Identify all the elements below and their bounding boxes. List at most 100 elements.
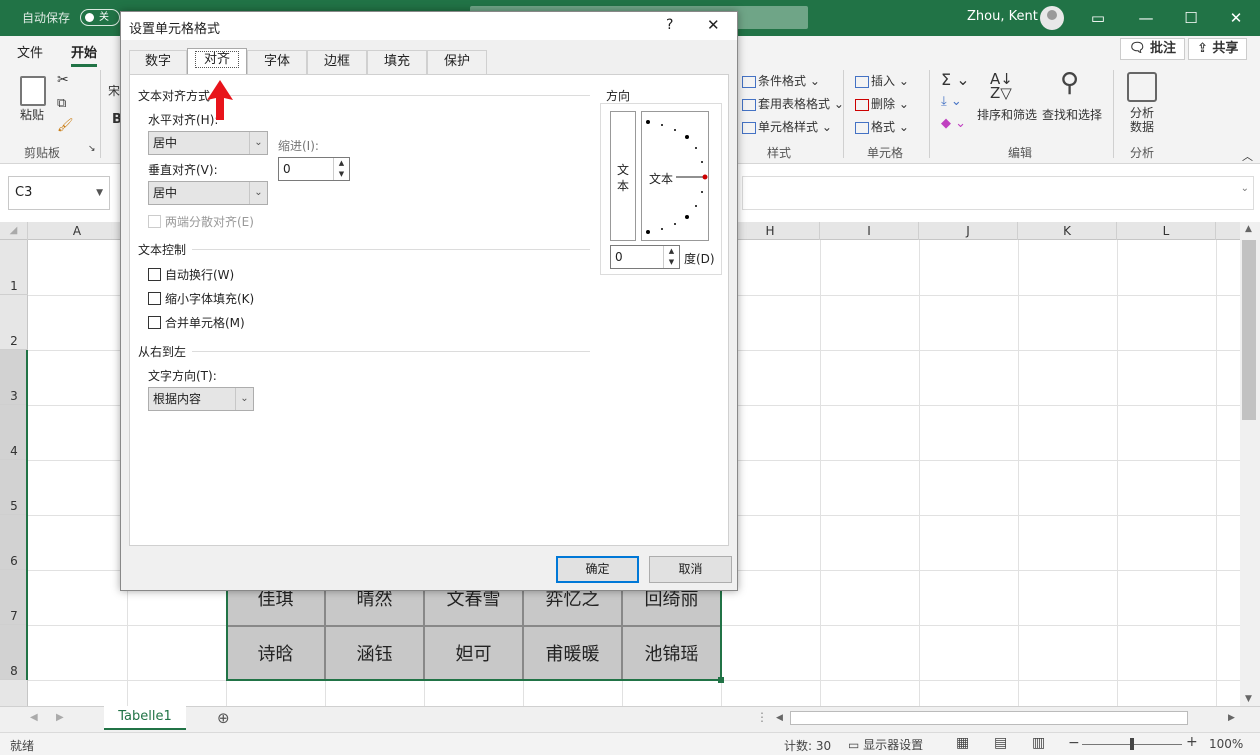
- ribbon-display-icon[interactable]: ▭: [1084, 6, 1112, 30]
- close-window-button[interactable]: ✕: [1222, 6, 1250, 30]
- add-sheet-icon[interactable]: ⊕: [217, 709, 230, 727]
- fill-icon[interactable]: ⤓ ⌄: [941, 94, 962, 109]
- column-header-i[interactable]: I: [820, 222, 919, 240]
- maximize-button[interactable]: ☐: [1177, 6, 1205, 30]
- column-header-l[interactable]: L: [1117, 222, 1216, 240]
- scroll-right-icon[interactable]: ▶: [1228, 713, 1235, 723]
- tab-file[interactable]: 文件: [17, 42, 43, 61]
- insert-icon: [855, 75, 869, 88]
- text-direction-select[interactable]: 根据内容 ⌄: [148, 387, 254, 411]
- page-break-icon[interactable]: ▥: [1032, 735, 1045, 751]
- merge-cells-checkbox[interactable]: [148, 316, 161, 329]
- spin-icon[interactable]: ▲ ▼: [663, 246, 679, 268]
- format-button[interactable]: 格式 ⌄: [855, 118, 909, 135]
- wrap-text-checkbox[interactable]: [148, 268, 161, 281]
- vertical-scroll-thumb[interactable]: [1242, 240, 1256, 420]
- orientation-dial[interactable]: 文本: [641, 111, 709, 241]
- select-all-button[interactable]: ◢: [0, 222, 28, 240]
- zoom-slider-thumb[interactable]: [1130, 738, 1134, 750]
- next-sheet-icon[interactable]: ▶: [56, 712, 64, 723]
- paste-button[interactable]: 粘贴: [20, 106, 44, 123]
- autosave-toggle[interactable]: 关: [80, 9, 120, 26]
- spin-icon[interactable]: ▲ ▼: [333, 158, 349, 180]
- cell-style-button[interactable]: 单元格样式 ⌄: [742, 118, 832, 135]
- shrink-to-fit-label: 缩小字体填充(K): [165, 292, 255, 306]
- tab-home[interactable]: 开始: [71, 42, 98, 67]
- font-name-trunc[interactable]: 宋: [108, 82, 120, 99]
- copy-icon[interactable]: ⧉: [57, 96, 66, 111]
- row-header-2[interactable]: 2: [0, 295, 28, 350]
- display-settings-button[interactable]: ▭ 显示器设置: [848, 736, 923, 753]
- column-header-a[interactable]: A: [28, 222, 127, 240]
- column-header-k[interactable]: K: [1018, 222, 1117, 240]
- fill-handle[interactable]: [718, 677, 724, 683]
- tab-alignment[interactable]: 对齐: [187, 48, 247, 75]
- comments-button[interactable]: 🗨 批注: [1120, 38, 1186, 60]
- ok-button[interactable]: 确定: [556, 556, 639, 583]
- tab-font[interactable]: 字体: [247, 50, 307, 74]
- cut-icon[interactable]: ✂: [57, 72, 69, 88]
- scroll-left-icon[interactable]: ◀: [776, 713, 783, 723]
- help-button[interactable]: ?: [666, 17, 673, 33]
- dialog-title-bar[interactable]: 设置单元格格式 ? ✕: [121, 12, 737, 40]
- row-header-7[interactable]: 7: [0, 570, 28, 625]
- split-handle-icon[interactable]: ⋮: [756, 710, 768, 724]
- tab-border[interactable]: 边框: [307, 50, 367, 74]
- avatar[interactable]: [1040, 6, 1064, 30]
- cancel-button[interactable]: 取消: [649, 556, 732, 583]
- row-header-1[interactable]: 1: [0, 240, 28, 295]
- row-header-5[interactable]: 5: [0, 460, 28, 515]
- degree-stepper[interactable]: 0 ▲ ▼: [610, 245, 680, 269]
- analyze-data-button[interactable]: 分析 数据: [1130, 106, 1154, 134]
- tab-fill[interactable]: 填充: [367, 50, 427, 74]
- dialog-launcher-icon[interactable]: ↘: [88, 144, 96, 154]
- merge-cells-label: 合并单元格(M): [165, 316, 245, 330]
- sheet-tab-tabelle1[interactable]: Tabelle1: [104, 706, 186, 730]
- row-header-6[interactable]: 6: [0, 515, 28, 570]
- row-header-bar: 1 2 3 4 5 6 7 8: [0, 240, 28, 706]
- format-painter-icon[interactable]: 🖌: [57, 118, 74, 133]
- page-layout-icon[interactable]: ▤: [994, 735, 1007, 751]
- row-header-4[interactable]: 4: [0, 405, 28, 460]
- row-header-8[interactable]: 8: [0, 625, 28, 680]
- autosave-label: 自动保存: [22, 11, 71, 25]
- v-align-label: 垂直对齐(V):: [148, 163, 218, 177]
- vertical-text-box[interactable]: 文本: [610, 111, 636, 241]
- tab-protection[interactable]: 保护: [427, 50, 487, 74]
- collapse-ribbon-icon[interactable]: ︿: [1242, 148, 1253, 164]
- scroll-down-icon[interactable]: ▼: [1245, 694, 1252, 704]
- share-button[interactable]: ⇪ 共享: [1188, 38, 1248, 60]
- row-header-3[interactable]: 3: [0, 350, 28, 405]
- delete-button[interactable]: 删除 ⌄: [855, 95, 909, 112]
- shrink-to-fit-checkbox[interactable]: [148, 292, 161, 305]
- cells-group-label: 单元格: [867, 146, 904, 160]
- zoom-out-icon[interactable]: −: [1068, 735, 1080, 751]
- conditional-format-button[interactable]: 条件格式 ⌄: [742, 72, 820, 89]
- monitor-icon: ▭: [848, 738, 864, 752]
- sort-filter-button[interactable]: 排序和筛选: [977, 106, 1037, 123]
- scroll-up-icon[interactable]: ▲: [1245, 224, 1252, 234]
- v-align-select[interactable]: 居中 ⌄: [148, 181, 268, 205]
- normal-view-icon[interactable]: ▦: [956, 735, 969, 751]
- find-select-button[interactable]: 查找和选择: [1042, 106, 1102, 123]
- minimize-button[interactable]: —: [1132, 6, 1160, 30]
- prev-sheet-icon[interactable]: ◀: [30, 712, 38, 723]
- autosum-icon[interactable]: Σ ⌄: [941, 70, 970, 89]
- formula-input[interactable]: ⌄: [742, 176, 1254, 210]
- expand-formula-icon[interactable]: ⌄: [1241, 183, 1249, 194]
- h-align-select[interactable]: 居中 ⌄: [148, 131, 268, 155]
- table-format-button[interactable]: 套用表格格式 ⌄: [742, 95, 844, 112]
- indent-stepper[interactable]: 0 ▲ ▼: [278, 157, 350, 181]
- dialog-close-button[interactable]: ✕: [707, 16, 720, 34]
- horizontal-scrollbar[interactable]: [790, 711, 1188, 725]
- conditional-format-icon: [742, 75, 756, 88]
- clear-icon[interactable]: ◆ ⌄: [941, 116, 966, 131]
- column-header-j[interactable]: J: [919, 222, 1018, 240]
- justify-distributed-checkbox[interactable]: [148, 215, 161, 228]
- zoom-level[interactable]: 100%: [1209, 737, 1243, 751]
- insert-button[interactable]: 插入 ⌄: [855, 72, 909, 89]
- name-box[interactable]: C3 ▼: [8, 176, 110, 210]
- zoom-in-icon[interactable]: +: [1186, 734, 1198, 750]
- delete-icon: [855, 98, 869, 111]
- tab-number[interactable]: 数字: [129, 50, 187, 74]
